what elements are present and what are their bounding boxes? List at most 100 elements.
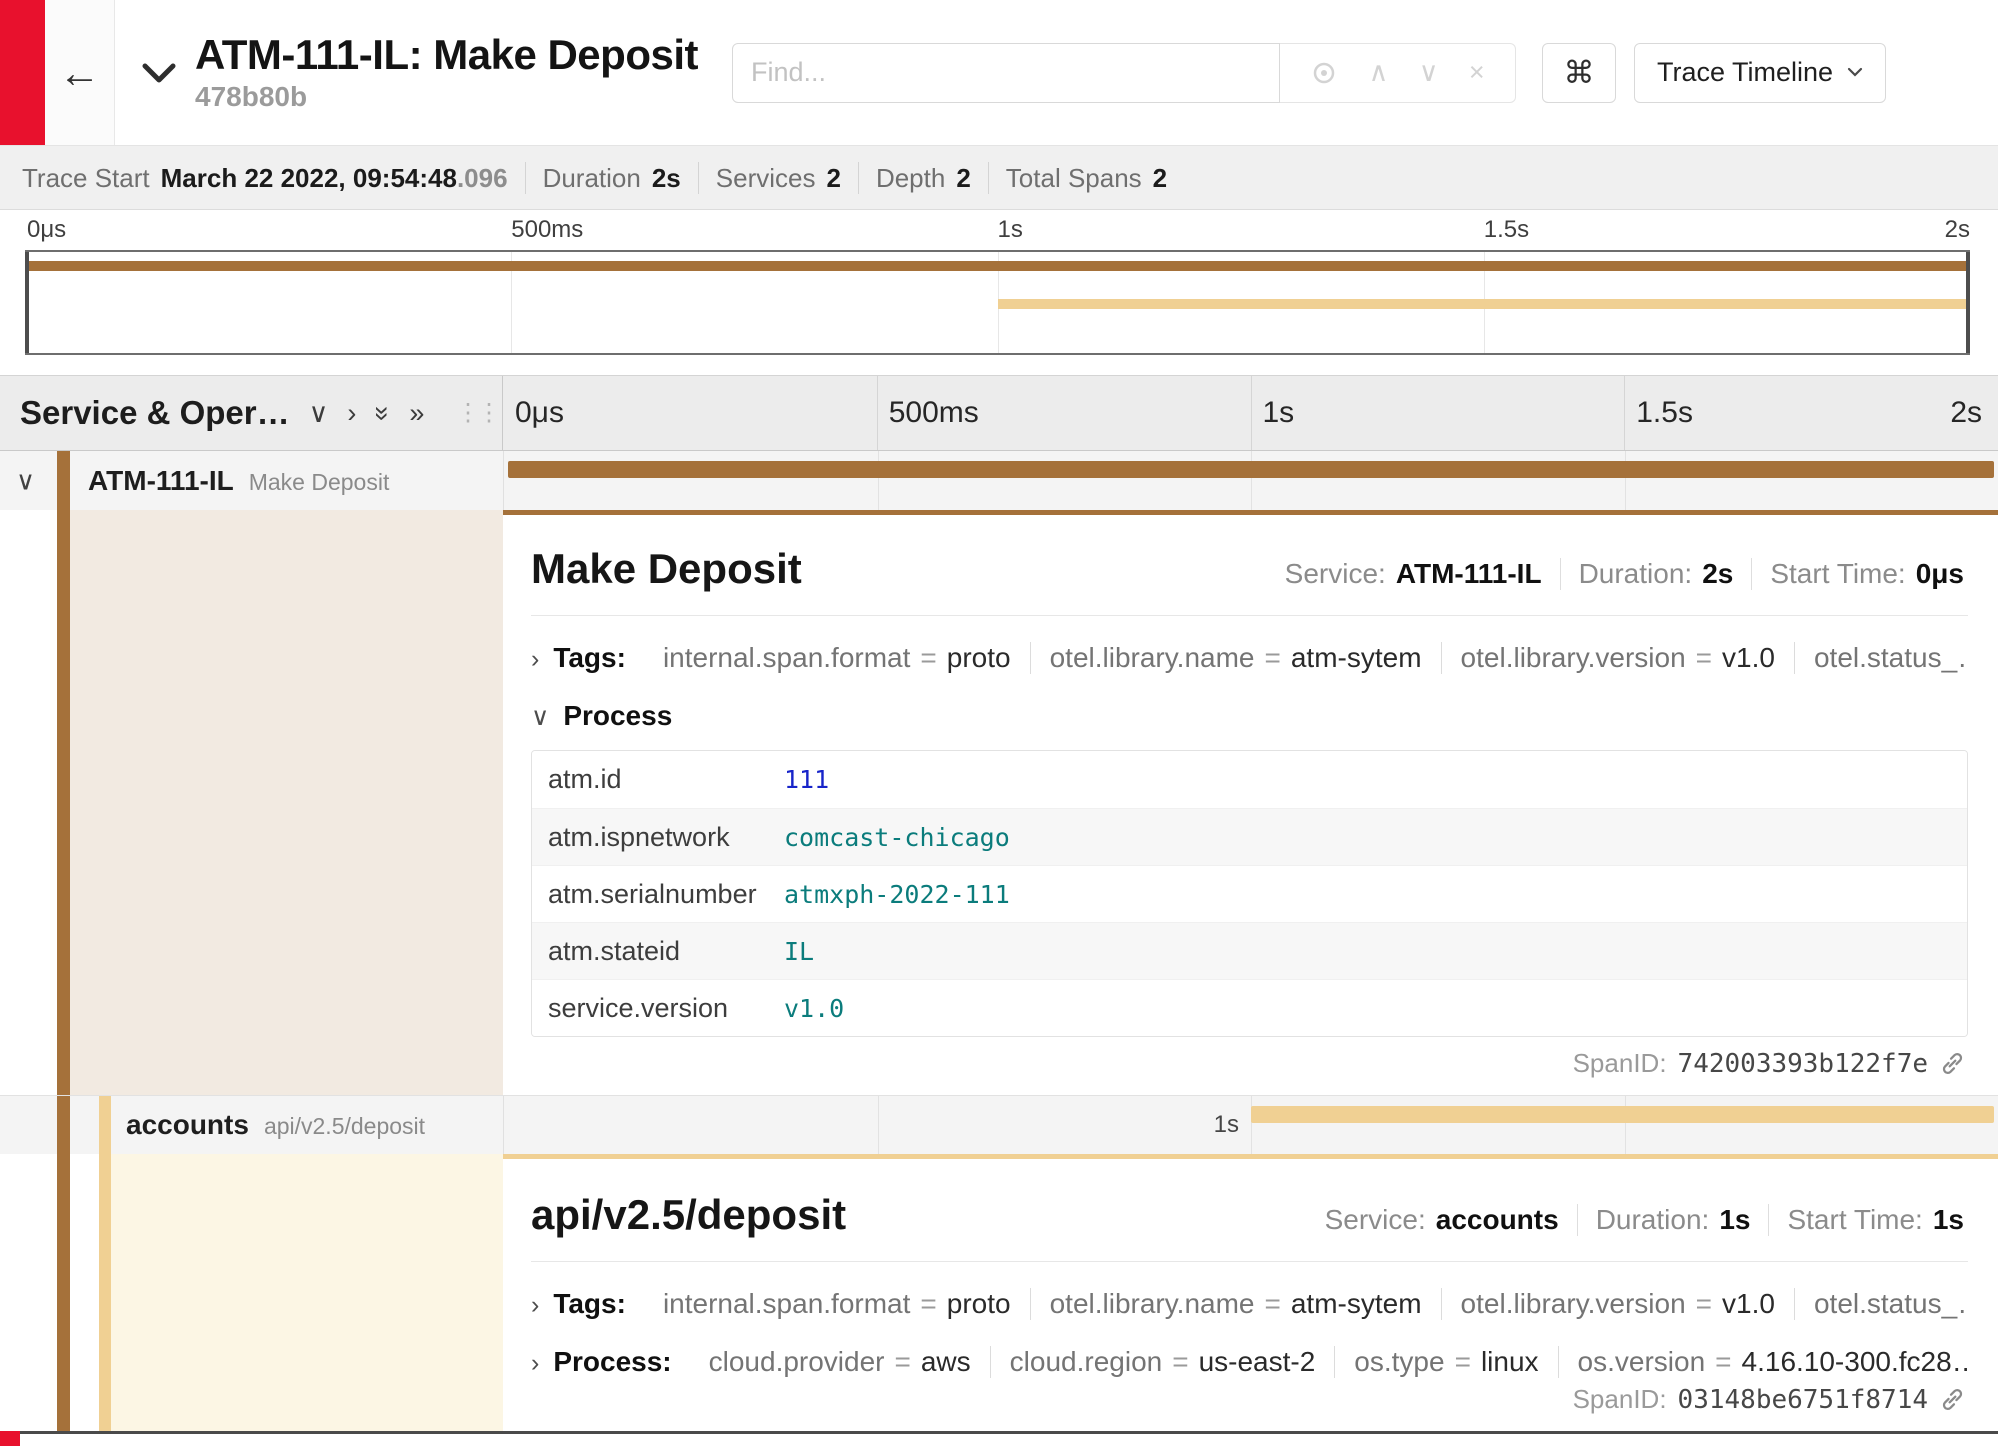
span-duration-bar[interactable]	[1251, 1106, 1994, 1123]
detail-meta-duration: Duration: 1s	[1577, 1204, 1769, 1236]
tag-value: 4.16.10-300.fc28…	[1742, 1346, 1968, 1378]
back-button[interactable]: ←	[45, 0, 115, 145]
tags-chevron-icon[interactable]: ›	[531, 1291, 539, 1320]
span-id-row: SpanID: 03148be6751f8714	[1573, 1384, 1966, 1415]
tag-value: proto	[947, 1288, 1011, 1320]
span-row-timeline-cell	[503, 451, 1998, 510]
process-section[interactable]: ∨ Process	[531, 700, 1968, 732]
process-item: cloud.provider = aws	[690, 1346, 990, 1378]
find-clear-icon[interactable]: ×	[1469, 57, 1485, 88]
meta-value: 1s	[1933, 1204, 1964, 1236]
span-detail-gutter	[0, 510, 503, 1095]
tag-value: v1.0	[1722, 1288, 1775, 1320]
span-detail-accounts: api/v2.5/deposit Service: accounts Durat…	[0, 1154, 1998, 1431]
top-bar: ← ATM-111-IL: Make Deposit 478b80b ∧ ∨ ×…	[0, 0, 1998, 146]
summary-value-ms: .096	[457, 162, 508, 194]
timeline-ruler: 0μs 500ms 1s 1.5s 2s	[503, 376, 1998, 450]
ruler-tick: 2s	[1950, 396, 1982, 430]
span-detail-panel: api/v2.5/deposit Service: accounts Durat…	[503, 1154, 1998, 1431]
parent-span-color-bar	[57, 1096, 70, 1154]
span-detail-gutter	[0, 1154, 503, 1431]
span-id-row: SpanID: 742003393b122f7e	[1573, 1048, 1966, 1079]
kv-key: atm.stateid	[532, 936, 784, 967]
meta-label: Duration:	[1579, 558, 1693, 590]
tags-label: Tags:	[553, 642, 626, 674]
minimap-canvas[interactable]	[25, 250, 1970, 355]
span-link-icon[interactable]	[1939, 1386, 1966, 1413]
process-item: os.type = linux	[1334, 1346, 1557, 1378]
tag-item: otel.library.name = atm-sytem	[1030, 642, 1441, 674]
minimap-handle-right[interactable]	[1966, 252, 1970, 353]
span-duration-bar[interactable]	[508, 461, 1994, 478]
ruler-tick: 1s	[1263, 396, 1295, 430]
collapse-one-icon[interactable]: ∨	[309, 400, 329, 427]
tag-key: otel.library.name	[1050, 1288, 1255, 1320]
span-id-value: 742003393b122f7e	[1678, 1049, 1928, 1079]
span-id-label: SpanID:	[1573, 1048, 1667, 1079]
minimap-tick: 0μs	[27, 216, 66, 244]
timeline-header: Service & Oper… ∨ › » » ⋮⋮ 0μs 500ms 1s …	[0, 375, 1998, 451]
tags-section[interactable]: › Tags: internal.span.format = proto ote…	[531, 1288, 1968, 1320]
span-color-bar	[99, 1096, 111, 1154]
view-selector-button[interactable]: Trace Timeline	[1634, 43, 1886, 103]
find-input[interactable]	[732, 43, 1280, 103]
process-chevron-icon[interactable]: ∨	[531, 702, 549, 732]
span-service-name: accounts	[126, 1109, 249, 1141]
tag-key: otel.library.version	[1461, 1288, 1686, 1320]
detail-meta-start-time: Start Time: 0μs	[1751, 558, 1968, 590]
span-row-accounts[interactable]: accounts api/v2.5/deposit 1s	[0, 1095, 1998, 1154]
row-gridline	[878, 451, 879, 510]
column-resizer-grip[interactable]: ⋮⋮	[456, 399, 498, 428]
span-color-bar	[57, 451, 70, 510]
process-label: Process	[563, 700, 672, 732]
trace-minimap: 0μs 500ms 1s 1.5s 2s	[0, 210, 1998, 363]
tag-key: cloud.provider	[709, 1346, 885, 1378]
process-kv-table: atm.id 111 atm.ispnetwork comcast-chicag…	[531, 750, 1968, 1037]
keyboard-shortcuts-button[interactable]: ⌘	[1542, 43, 1616, 103]
trace-collapse-button[interactable]	[139, 58, 179, 88]
span-detail-title: api/v2.5/deposit	[531, 1191, 846, 1239]
window-edge-accent	[0, 1431, 20, 1446]
span-link-icon[interactable]	[1939, 1050, 1966, 1077]
find-locate-icon[interactable]	[1310, 59, 1338, 87]
expand-all-icon[interactable]: »	[409, 400, 424, 427]
span-row-atm[interactable]: ∨ ATM-111-IL Make Deposit	[0, 451, 1998, 510]
expand-one-icon[interactable]: ›	[347, 400, 356, 427]
tags-section[interactable]: › Tags: internal.span.format = proto ote…	[531, 642, 1968, 674]
process-section[interactable]: › Process: cloud.provider = aws cloud.re…	[531, 1346, 1968, 1378]
service-operation-header: Service & Oper… ∨ › » » ⋮⋮	[0, 376, 503, 450]
process-label: Process:	[553, 1346, 671, 1378]
meta-value: accounts	[1436, 1204, 1559, 1236]
span-color-bar	[99, 1154, 111, 1431]
minimap-ticks: 0μs 500ms 1s 1.5s 2s	[25, 216, 1970, 246]
table-row: atm.serialnumber atmxph-2022-111	[532, 865, 1967, 922]
find-next-icon[interactable]: ∨	[1419, 57, 1439, 88]
minimap-handle-left[interactable]	[25, 252, 29, 353]
divider	[531, 1261, 1968, 1262]
summary-label: Depth	[876, 162, 945, 194]
tags-chevron-icon[interactable]: ›	[531, 645, 539, 674]
tag-eq: =	[1715, 1346, 1731, 1378]
tag-value: proto	[947, 642, 1011, 674]
tag-key: os.type	[1354, 1346, 1444, 1378]
table-row: atm.ispnetwork comcast-chicago	[532, 808, 1967, 865]
summary-total-spans: Total Spans 2	[988, 162, 1184, 194]
process-chevron-icon[interactable]: ›	[531, 1349, 539, 1378]
summary-value: 2	[826, 162, 840, 194]
tag-eq: =	[1455, 1346, 1471, 1378]
span-row-label-cell: ∨ ATM-111-IL Make Deposit	[0, 451, 503, 510]
summary-duration: Duration 2s	[525, 162, 698, 194]
minimap-tick: 500ms	[511, 216, 583, 244]
span-toggle-icon[interactable]: ∨	[16, 465, 35, 496]
collapse-all-icon[interactable]: »	[369, 405, 396, 420]
summary-label: Trace Start	[22, 162, 150, 194]
command-icon: ⌘	[1564, 55, 1595, 90]
span-detail-title: Make Deposit	[531, 545, 802, 593]
table-row: atm.id 111	[532, 751, 1967, 808]
tag-item: otel.library.name = atm-sytem	[1030, 1288, 1441, 1320]
view-selector-label: Trace Timeline	[1657, 57, 1833, 88]
row-gridline	[1251, 451, 1252, 510]
tag-value: v1.0	[1722, 642, 1775, 674]
span-duration-label: 1s	[1214, 1111, 1239, 1139]
find-prev-icon[interactable]: ∧	[1369, 57, 1389, 88]
